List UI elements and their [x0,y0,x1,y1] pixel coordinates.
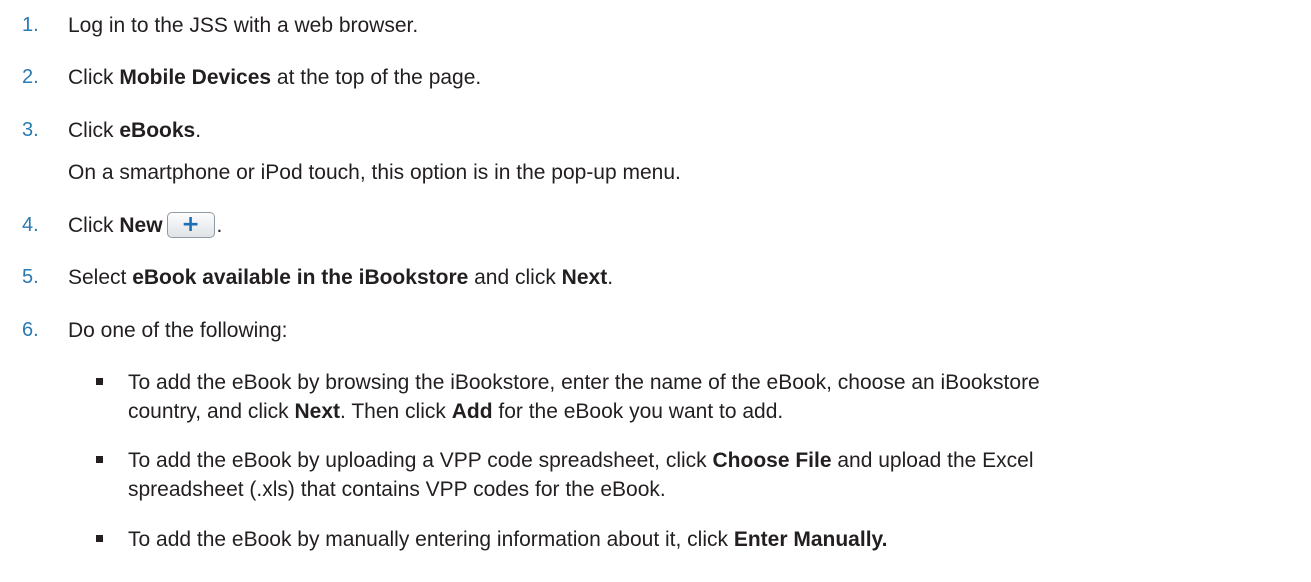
plus-icon: + [181,212,200,237]
new-button-image: + [166,212,215,238]
step-number: 5. [22,266,39,288]
step-number: 1. [22,14,39,36]
ui-term: Mobile Devices [119,66,272,89]
step-number: 3. [22,119,39,141]
document-page: 1. Log in to the JSS with a web browser.… [0,0,1311,582]
bullet-line: To add the eBook by browsing the iBookst… [128,371,1040,394]
bullet-square-icon [96,535,103,542]
ui-term: Add [451,400,493,423]
bullet-line: To add the eBook by manually entering in… [128,528,888,551]
ui-term: eBook available in the iBookstore [132,266,469,289]
step-number: 2. [22,66,39,88]
ui-term: Next [294,400,341,423]
step-text: Log in to the JSS with a web browser. [68,14,419,37]
ui-term: Next [561,266,608,289]
bullet-line: spreadsheet (.xls) that contains VPP cod… [128,478,666,501]
step-text: Select eBook available in the iBookstore… [68,266,614,289]
bullet-square-icon [96,456,103,463]
step-text: Click eBooks. [68,119,202,142]
step-note: On a smartphone or iPod touch, this opti… [68,161,681,184]
ui-term: New [119,214,163,237]
step-text: Click New +. [68,212,223,238]
ui-term: Enter Manually. [733,528,888,551]
step-text: Click Mobile Devices at the top of the p… [68,66,482,89]
step-number: 6. [22,319,39,341]
step-number: 4. [22,214,39,236]
bullet-line: country, and click Next. Then click Add … [128,400,784,423]
step-text: Do one of the following: [68,319,288,342]
ui-term: eBooks [119,119,196,142]
bullet-line: To add the eBook by uploading a VPP code… [128,449,1034,472]
bullet-square-icon [96,378,103,385]
ui-term: Choose File [712,449,832,472]
